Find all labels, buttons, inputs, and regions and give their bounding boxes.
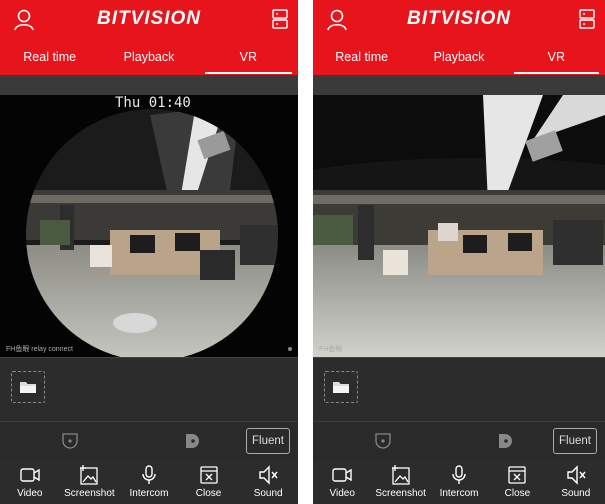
device-list-icon[interactable]: [579, 9, 595, 29]
device-list-icon[interactable]: [272, 9, 288, 29]
sound-muted-icon: [259, 465, 278, 485]
intercom-button[interactable]: Intercom: [119, 460, 179, 504]
view-controls: Fluent: [0, 421, 298, 461]
panorama-image: [313, 95, 605, 357]
video-icon: [332, 468, 352, 482]
app-logo: BITVISION: [96, 8, 201, 29]
snapshot-area: [0, 357, 298, 422]
microphone-icon: [142, 465, 156, 484]
app-header: BITVISION Real time Playback VR: [313, 0, 605, 75]
video-record-button[interactable]: Video: [313, 460, 371, 504]
screenshot-button[interactable]: Screenshot: [60, 460, 120, 504]
sound-label: Sound: [253, 488, 283, 499]
video-icon: [20, 468, 40, 482]
tab-vr[interactable]: VR: [508, 44, 605, 75]
folder-button[interactable]: [324, 371, 358, 403]
screenshot-label: Screenshot: [375, 488, 426, 499]
ceiling-mount-icon[interactable]: [61, 432, 79, 450]
snapshot-area: [313, 357, 605, 422]
bottom-toolbar: Video Screenshot Intercom Close Sound: [313, 460, 605, 504]
view-controls: Fluent: [313, 421, 605, 461]
ceiling-mount-icon[interactable]: [374, 432, 392, 450]
screenshot-button[interactable]: Screenshot: [371, 460, 429, 504]
intercom-label: Intercom: [129, 488, 169, 499]
phone-screen-left: BITVISION Real time Playback VR Thu 01:4…: [0, 0, 298, 504]
bottom-toolbar: Video Screenshot Intercom Close Sound: [0, 460, 298, 504]
video-timestamp: Thu 01:40: [115, 95, 191, 111]
screenshot-label: Screenshot: [64, 488, 115, 499]
sound-button[interactable]: Sound: [238, 460, 298, 504]
close-video-button[interactable]: Close: [488, 460, 546, 504]
sound-label: Sound: [561, 488, 591, 499]
close-icon: [199, 466, 218, 484]
close-video-button[interactable]: Close: [179, 460, 239, 504]
video-watermark: FH鱼眼: [319, 346, 343, 353]
tab-bar: Real time Playback VR: [0, 44, 298, 75]
video-record-button[interactable]: Video: [0, 460, 60, 504]
quality-button[interactable]: Fluent: [246, 428, 290, 454]
panorama-video-view[interactable]: FH鱼眼: [313, 95, 605, 357]
video-label: Video: [17, 488, 43, 499]
wall-mount-icon[interactable]: [183, 432, 201, 450]
video-watermark: FH鱼眼 relay connect: [6, 346, 73, 353]
folder-button[interactable]: [11, 371, 45, 403]
view-strip: [313, 75, 605, 95]
phone-screen-right: BITVISION Real time Playback VR FH鱼眼 Flu…: [313, 0, 605, 504]
microphone-icon: [452, 465, 466, 484]
fisheye-video-view[interactable]: Thu 01:40 FH鱼眼 relay connect: [0, 95, 298, 357]
tab-vr[interactable]: VR: [199, 44, 298, 75]
screenshot-icon: [391, 465, 410, 485]
tab-playback[interactable]: Playback: [410, 44, 507, 75]
app-header: BITVISION Real time Playback VR: [0, 0, 298, 75]
tab-real-time[interactable]: Real time: [0, 44, 99, 75]
wall-mount-icon[interactable]: [496, 432, 514, 450]
intercom-button[interactable]: Intercom: [430, 460, 488, 504]
fisheye-image: [0, 95, 298, 357]
tab-bar: Real time Playback VR: [313, 44, 605, 75]
status-dot: [288, 347, 292, 351]
sound-button[interactable]: Sound: [547, 460, 605, 504]
tab-playback[interactable]: Playback: [99, 44, 198, 75]
video-label: Video: [329, 488, 355, 499]
close-icon: [508, 466, 527, 484]
quality-button[interactable]: Fluent: [553, 428, 597, 454]
sound-muted-icon: [567, 465, 586, 485]
folder-icon: [333, 382, 349, 393]
app-logo: BITVISION: [406, 8, 511, 29]
folder-icon: [20, 382, 36, 393]
tab-real-time[interactable]: Real time: [313, 44, 410, 75]
close-label: Close: [504, 488, 531, 499]
close-label: Close: [195, 488, 222, 499]
view-strip: [0, 75, 298, 95]
intercom-label: Intercom: [439, 488, 479, 499]
screenshot-icon: [80, 465, 99, 485]
